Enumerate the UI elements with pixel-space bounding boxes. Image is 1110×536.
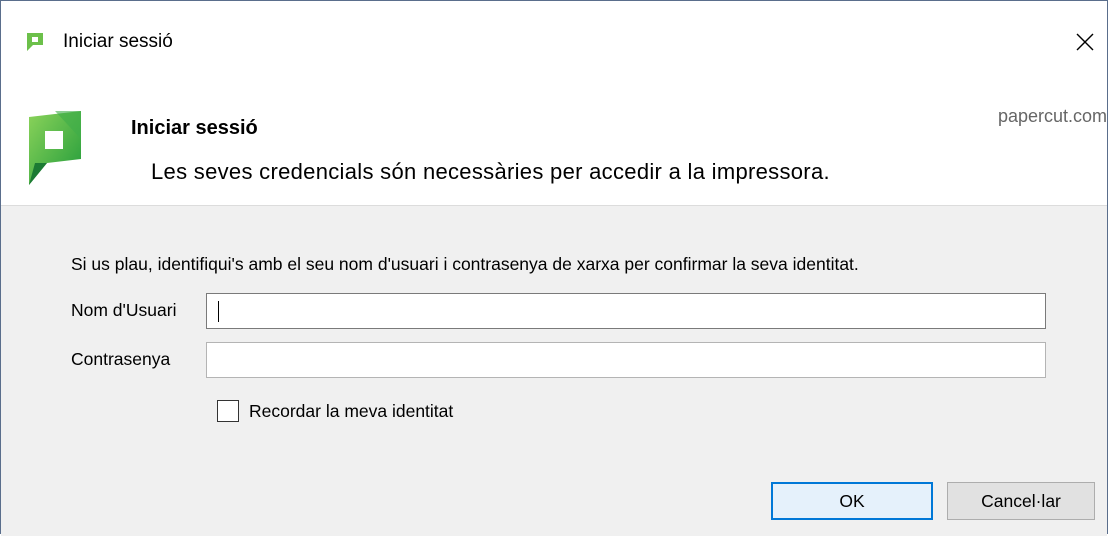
header-title: Iniciar sessió xyxy=(131,117,258,139)
login-dialog: Iniciar sessió Iniciar sessió Les seves … xyxy=(0,0,1108,536)
window-title: Iniciar sessió xyxy=(63,31,173,52)
title-bar: Iniciar sessió xyxy=(1,1,1107,79)
ok-button[interactable]: OK xyxy=(771,482,933,520)
password-input[interactable] xyxy=(206,342,1046,378)
papercut-app-icon xyxy=(27,33,43,51)
brand-link: papercut.com xyxy=(997,106,1107,126)
close-icon xyxy=(1076,33,1094,51)
close-button[interactable] xyxy=(1067,25,1103,59)
remember-checkbox-row[interactable]: Recordar la meva identitat xyxy=(217,400,453,422)
username-input[interactable] xyxy=(206,293,1046,329)
text-caret xyxy=(218,301,219,322)
dialog-header: Iniciar sessió Les seves credencials són… xyxy=(1,79,1107,205)
papercut-logo-icon xyxy=(29,111,81,185)
username-label: Nom d'Usuari xyxy=(71,300,177,320)
remember-checkbox[interactable] xyxy=(217,400,239,422)
cancel-button[interactable]: Cancel·lar xyxy=(947,482,1095,520)
instructions-text: Si us plau, identifiqui's amb el seu nom… xyxy=(71,254,859,274)
form-area: Si us plau, identifiqui's amb el seu nom… xyxy=(1,205,1107,536)
header-subtitle: Les seves credencials són necessàries pe… xyxy=(151,159,830,184)
password-label: Contrasenya xyxy=(71,349,171,369)
remember-label: Recordar la meva identitat xyxy=(249,400,454,421)
